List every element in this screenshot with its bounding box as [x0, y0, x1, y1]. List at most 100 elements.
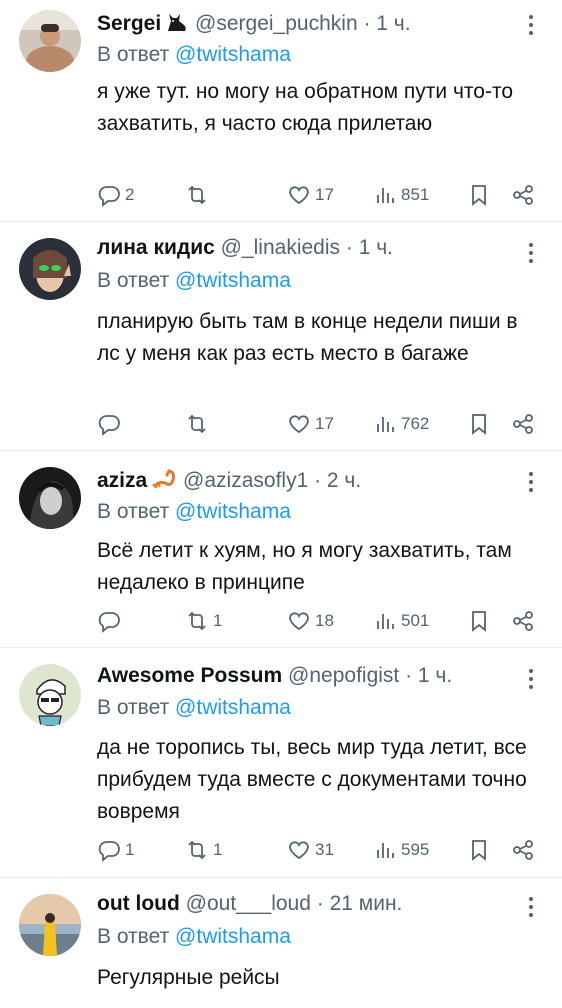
reply-count: 2 — [125, 185, 135, 204]
reply-tweet[interactable]: aziza @azizasofly1 · 2 ч. В ответ @twits… — [0, 451, 562, 648]
retweet-button[interactable]: 1 — [185, 606, 222, 636]
reply-tweet[interactable]: out loud @out___loud · 21 мин. В ответ @… — [0, 878, 562, 1008]
replying-to: В ответ @twitshama — [97, 923, 291, 951]
reply-tweet[interactable]: лина кидис @_linakiedis · 1 ч. В ответ @… — [0, 222, 562, 451]
action-bar: 2 17 851 — [97, 180, 547, 210]
retweet-count: 1 — [213, 611, 223, 630]
display-name[interactable]: Awesome Possum — [97, 664, 282, 687]
share-button[interactable] — [511, 409, 535, 439]
bookmark-button[interactable] — [467, 606, 491, 636]
like-count: 18 — [315, 611, 334, 630]
views-button[interactable]: 851 — [373, 180, 429, 210]
tweet-text: планирую быть там в конце недели пиши в … — [97, 310, 518, 365]
replying-handle[interactable]: @twitshama — [175, 269, 291, 292]
share-icon — [513, 840, 533, 860]
like-button[interactable]: 17 — [287, 409, 334, 439]
tweet-header: Sergei @sergei_puchkin · 1 ч. — [97, 10, 411, 41]
tweet-time[interactable]: · 1 ч. — [405, 664, 452, 687]
like-button[interactable]: 31 — [287, 835, 334, 865]
bookmark-button[interactable] — [467, 180, 491, 210]
reply-button[interactable] — [97, 409, 125, 439]
user-handle[interactable]: @nepofigist — [288, 664, 399, 687]
user-handle[interactable]: @out___loud — [186, 892, 311, 915]
display-name[interactable]: Sergei — [97, 12, 161, 35]
retweet-icon — [188, 840, 206, 860]
like-button[interactable]: 18 — [287, 606, 334, 636]
avatar[interactable] — [19, 894, 81, 956]
replying-label: В ответ — [97, 269, 170, 292]
reply-tweet[interactable]: Sergei @sergei_puchkin · 1 ч. В ответ @t… — [0, 0, 562, 222]
scorpion-emoji-icon — [151, 468, 177, 498]
views-count: 595 — [401, 840, 430, 859]
replying-label: В ответ — [97, 925, 170, 948]
heart-icon — [289, 415, 309, 434]
tweet-time[interactable]: · 21 мин. — [317, 892, 403, 915]
tweet-text: да не торопись ты, весь мир туда летит, … — [97, 736, 527, 823]
replying-handle[interactable]: @twitshama — [175, 925, 291, 948]
action-bar: 1 1 31 595 — [97, 835, 547, 865]
bookmark-icon — [472, 414, 486, 435]
share-button[interactable] — [511, 606, 535, 636]
retweet-icon — [188, 414, 206, 434]
like-button[interactable]: 17 — [287, 180, 334, 210]
tweet-text: Всё летит к хуям, но я могу захватить, т… — [97, 539, 512, 594]
retweet-button[interactable] — [185, 409, 213, 439]
action-bar: 17 762 — [97, 409, 547, 439]
reply-tweet[interactable]: Awesome Possum @nepofigist · 1 ч. В отве… — [0, 648, 562, 878]
share-icon — [513, 414, 533, 434]
more-icon[interactable] — [524, 894, 538, 920]
user-handle[interactable]: @azizasofly1 — [183, 469, 308, 492]
reply-icon — [98, 415, 120, 436]
reply-button[interactable] — [97, 606, 125, 636]
display-name[interactable]: aziza — [97, 469, 147, 492]
views-icon — [377, 614, 394, 629]
views-button[interactable]: 762 — [373, 409, 429, 439]
heart-icon — [289, 186, 309, 205]
more-icon[interactable] — [524, 12, 538, 38]
avatar[interactable] — [19, 664, 81, 726]
bookmark-icon — [472, 840, 486, 861]
avatar[interactable] — [19, 10, 81, 72]
views-count: 851 — [401, 185, 430, 204]
avatar[interactable] — [19, 467, 81, 529]
tweet-time[interactable]: · 2 ч. — [314, 469, 361, 492]
display-name[interactable]: out loud — [97, 892, 180, 915]
retweet-button[interactable] — [185, 180, 213, 210]
tweet-text: я уже тут. но могу на обратном пути что-… — [97, 80, 514, 135]
avatar[interactable] — [19, 238, 81, 300]
views-button[interactable]: 595 — [373, 835, 429, 865]
more-icon[interactable] — [524, 469, 538, 495]
replies-feed: Sergei @sergei_puchkin · 1 ч. В ответ @t… — [0, 0, 562, 1008]
reply-button[interactable]: 2 — [97, 180, 134, 210]
display-name[interactable]: лина кидис — [97, 236, 215, 259]
replying-handle[interactable]: @twitshama — [175, 696, 291, 719]
replying-to: В ответ @twitshama — [97, 267, 291, 295]
tweet-header: out loud @out___loud · 21 мин. — [97, 890, 402, 918]
bookmark-icon — [472, 611, 486, 632]
more-icon[interactable] — [524, 666, 538, 692]
retweet-icon — [188, 185, 206, 205]
replying-to: В ответ @twitshama — [97, 41, 291, 69]
views-icon — [377, 417, 394, 432]
replying-handle[interactable]: @twitshama — [175, 500, 291, 523]
replying-handle[interactable]: @twitshama — [175, 43, 291, 66]
views-button[interactable]: 501 — [373, 606, 429, 636]
replying-to: В ответ @twitshama — [97, 498, 291, 526]
user-handle[interactable]: @_linakiedis — [221, 236, 340, 259]
bookmark-button[interactable] — [467, 409, 491, 439]
share-button[interactable] — [511, 180, 535, 210]
tweet-header: aziza @azizasofly1 · 2 ч. — [97, 467, 361, 498]
reply-button[interactable]: 1 — [97, 835, 134, 865]
share-button[interactable] — [511, 835, 535, 865]
views-count: 762 — [401, 414, 430, 433]
tweet-time[interactable]: · 1 ч. — [346, 236, 393, 259]
tweet-time[interactable]: · 1 ч. — [363, 12, 410, 35]
retweet-button[interactable]: 1 — [185, 835, 222, 865]
like-count: 31 — [315, 840, 334, 859]
more-icon[interactable] — [524, 240, 538, 266]
retweet-icon — [188, 611, 206, 631]
replying-label: В ответ — [97, 43, 170, 66]
share-icon — [513, 611, 533, 631]
user-handle[interactable]: @sergei_puchkin — [195, 12, 358, 35]
bookmark-button[interactable] — [467, 835, 491, 865]
